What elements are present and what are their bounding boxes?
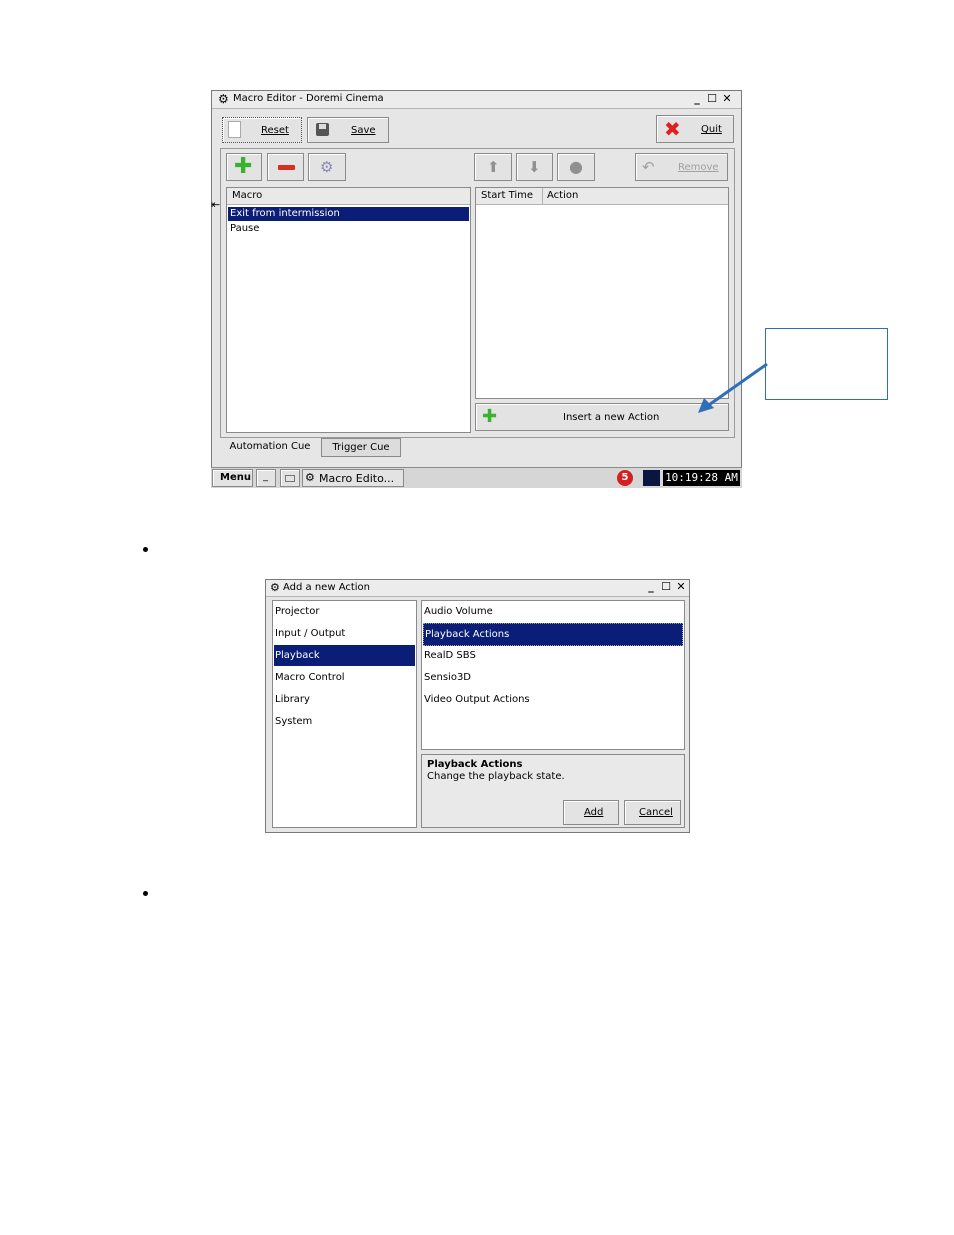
dialog-title: Add a new Action	[283, 582, 371, 593]
arrow-down-icon: ⬇	[528, 158, 541, 176]
cancel-button[interactable]: Cancel	[624, 800, 681, 825]
description-title: Playback Actions	[427, 759, 523, 770]
remove-label: Remove	[678, 162, 719, 173]
macro-editor-titlebar[interactable]: ⚙ Macro Editor - Doremi Cinema _ ☐ ✕	[212, 91, 741, 109]
quit-button[interactable]: ✖ Quit	[656, 115, 734, 143]
arrow-up-icon: ⬆	[487, 158, 500, 176]
minimize-icon[interactable]: _	[691, 93, 703, 105]
list-bullet	[143, 891, 148, 896]
tab-trigger-cue[interactable]: Trigger Cue	[321, 438, 401, 457]
minimize-icon[interactable]: _	[645, 581, 657, 593]
macro-row[interactable]: Exit from intermission	[228, 207, 469, 221]
list-item[interactable]: Projector	[274, 601, 415, 622]
add-macro-button[interactable]: ✚	[226, 153, 262, 181]
callout-box	[765, 328, 888, 400]
dialog-titlebar[interactable]: ⚙ Add a new Action _ ☐ ✕	[266, 580, 689, 597]
user-icon: ●	[569, 157, 583, 176]
cancel-label: Cancel	[639, 807, 673, 818]
description-text: Change the playback state.	[427, 771, 565, 782]
list-item[interactable]: System	[274, 711, 415, 732]
taskbar: Menu _ ⚙ Macro Edito... 5 10:19:28 AM	[211, 467, 742, 488]
clock: 10:19:28 AM	[663, 470, 740, 486]
start-time-column-header[interactable]: Start Time	[481, 190, 533, 201]
underscore-label: _	[263, 471, 268, 482]
taskbar-item-macro-editor[interactable]: ⚙ Macro Edito...	[302, 469, 404, 487]
list-item[interactable]: Input / Output	[274, 623, 415, 644]
undo-arrow-icon: ↶	[642, 158, 655, 176]
macro-settings-button[interactable]: ⚙	[308, 153, 346, 181]
list-item[interactable]: Library	[274, 689, 415, 710]
plus-icon: ✚	[234, 154, 253, 179]
badge-count: 5	[621, 472, 629, 483]
clock-text: 10:19:28 AM	[665, 471, 738, 484]
list-item[interactable]: Macro Control	[274, 667, 415, 688]
menu-label: Menu	[220, 472, 251, 483]
macro-editor-window: ⚙ Macro Editor - Doremi Cinema _ ☐ ✕ Res…	[211, 90, 742, 468]
add-button[interactable]: Add	[563, 800, 619, 825]
remove-macro-button[interactable]	[267, 153, 304, 181]
resize-cursor-icon: ⇤	[211, 198, 221, 211]
callout-arrow-head	[698, 398, 714, 413]
floppy-disk-icon	[316, 123, 329, 136]
notification-badge[interactable]: 5	[617, 470, 633, 486]
tab-automation-cue[interactable]: Automation Cue	[222, 438, 318, 456]
list-item[interactable]: Audio Volume	[423, 601, 683, 622]
list-item[interactable]: RealD SBS	[423, 645, 683, 666]
save-button[interactable]: Save	[307, 117, 389, 143]
window-title: Macro Editor - Doremi Cinema	[233, 93, 384, 104]
header-divider	[542, 188, 543, 204]
move-up-button[interactable]: ⬆	[474, 153, 512, 181]
add-label: Add	[584, 807, 604, 818]
maximize-icon[interactable]: ☐	[706, 93, 718, 105]
callout-arrow	[698, 362, 768, 413]
description-panel: Playback Actions Change the playback sta…	[421, 754, 685, 828]
list-item[interactable]: Sensio3D	[423, 667, 683, 688]
reset-button[interactable]: Reset	[222, 117, 302, 143]
action-list-header: Start Time Action	[476, 188, 728, 205]
show-desktop-button[interactable]: _	[256, 469, 276, 487]
macro-column-header: Macro	[232, 190, 263, 201]
edit-action-button[interactable]: ●	[557, 153, 595, 181]
action-column-header[interactable]: Action	[547, 190, 578, 201]
close-icon[interactable]: ✕	[675, 581, 687, 593]
close-icon[interactable]: ✕	[721, 93, 733, 105]
reset-label: Reset	[261, 125, 289, 136]
save-label: Save	[351, 125, 376, 136]
list-bullet	[143, 547, 148, 552]
quit-label: Quit	[701, 124, 722, 135]
tray-indicator	[643, 470, 660, 486]
tab-label: Automation Cue	[229, 441, 311, 452]
plus-icon: ✚	[482, 406, 498, 427]
minus-icon	[278, 165, 295, 170]
remove-action-button[interactable]: ↶ Remove	[635, 153, 728, 181]
macro-list-header[interactable]: Macro	[227, 188, 470, 205]
insert-action-label: Insert a new Action	[563, 412, 660, 423]
category-list[interactable]: Projector Input / Output Playback Macro …	[272, 600, 417, 828]
callout-arrow-line	[705, 362, 768, 409]
quit-x-icon: ✖	[664, 117, 681, 141]
action-type-list[interactable]: Audio Volume Playback Actions RealD SBS …	[421, 600, 685, 750]
new-document-icon	[228, 121, 241, 138]
list-item[interactable]: Playback Actions	[423, 623, 683, 646]
app-gear-icon: ⚙	[218, 92, 229, 106]
app-gear-icon: ⚙	[305, 471, 315, 484]
macro-row[interactable]: Pause	[228, 222, 469, 236]
add-action-dialog: ⚙ Add a new Action _ ☐ ✕ Projector Input…	[265, 579, 690, 833]
window-list-icon	[285, 475, 295, 482]
move-down-button[interactable]: ⬇	[516, 153, 553, 181]
list-item[interactable]: Playback	[274, 645, 415, 666]
app-gear-icon: ⚙	[270, 581, 280, 594]
tab-label: Trigger Cue	[332, 442, 390, 453]
list-item[interactable]: Video Output Actions	[423, 689, 683, 710]
task-label: Macro Edito...	[319, 472, 395, 485]
window-list-button[interactable]	[280, 469, 300, 487]
menu-button[interactable]: Menu	[212, 469, 253, 487]
macro-list[interactable]: Macro Exit from intermission Pause	[226, 187, 471, 433]
gear-icon: ⚙	[320, 158, 334, 176]
maximize-icon[interactable]: ☐	[660, 581, 672, 593]
